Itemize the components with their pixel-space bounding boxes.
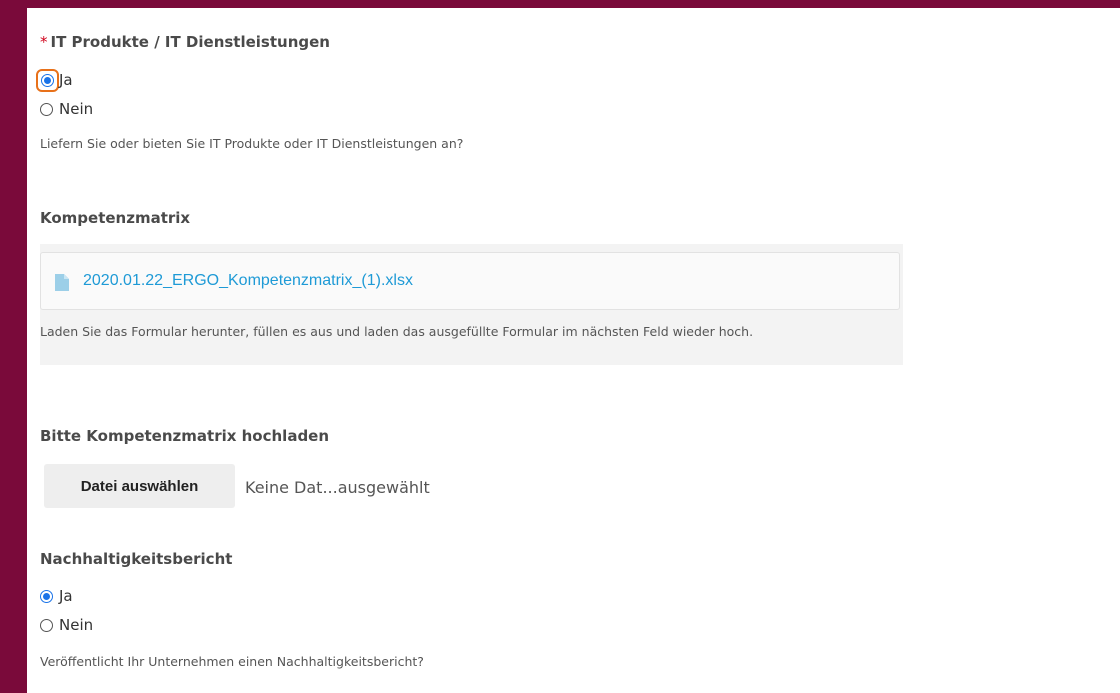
download-help-text: Laden Sie das Formular herunter, füllen … bbox=[40, 324, 754, 339]
download-file-link[interactable]: 2020.01.22_ERGO_Kompetenzmatrix_(1).xlsx bbox=[83, 272, 413, 290]
radio-button-checked[interactable] bbox=[40, 589, 53, 603]
radio-label: Nein bbox=[59, 616, 94, 634]
radio-option-nein[interactable]: Nein bbox=[40, 98, 93, 120]
radio-label: Nein bbox=[59, 100, 94, 118]
question-title-kompetenzmatrix: Kompetenzmatrix bbox=[40, 209, 191, 227]
survey-form: * IT Produkte / IT Dienstleistungen Ja Ne… bbox=[36, 0, 1110, 693]
question-title-text: IT Produkte / IT Dienstleistungen bbox=[50, 33, 330, 51]
focus-ring bbox=[36, 68, 59, 92]
question-title-upload: Bitte Kompetenzmatrix hochladen bbox=[40, 427, 330, 445]
radio-label: Ja bbox=[59, 71, 73, 89]
required-marker: * bbox=[40, 33, 48, 51]
radio-button-checked[interactable] bbox=[41, 73, 54, 87]
file-download-panel: 2020.01.22_ERGO_Kompetenzmatrix_(1).xlsx… bbox=[40, 244, 903, 365]
radio-button[interactable] bbox=[40, 618, 53, 632]
radio-button[interactable] bbox=[40, 102, 53, 116]
file-status-text: Keine Dat...ausgewählt bbox=[245, 478, 430, 497]
document-icon bbox=[55, 274, 69, 291]
radio-option-ja[interactable]: Ja bbox=[40, 585, 73, 607]
file-card: 2020.01.22_ERGO_Kompetenzmatrix_(1).xlsx bbox=[40, 252, 900, 310]
question-help-text: Liefern Sie oder bieten Sie IT Produkte … bbox=[40, 136, 464, 151]
question-help-text: Veröffentlicht Ihr Unternehmen einen Nac… bbox=[40, 654, 424, 669]
choose-file-button[interactable]: Datei auswählen bbox=[44, 464, 235, 508]
window-frame-left bbox=[0, 0, 27, 693]
radio-option-ja[interactable]: Ja bbox=[36, 68, 73, 92]
radio-label: Ja bbox=[59, 587, 73, 605]
question-title-sustainability: Nachhaltigkeitsbericht bbox=[40, 550, 233, 568]
question-title-it-products: * IT Produkte / IT Dienstleistungen bbox=[40, 33, 330, 51]
radio-option-nein[interactable]: Nein bbox=[40, 614, 93, 636]
